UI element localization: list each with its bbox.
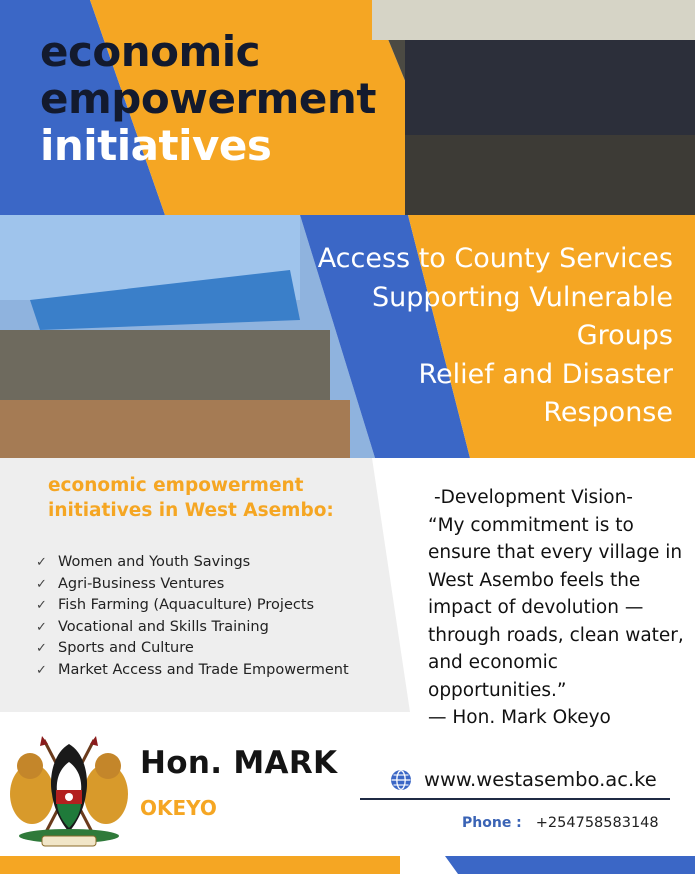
divider <box>360 798 670 800</box>
bg-bottom-blue <box>445 856 695 874</box>
group-photo-wall <box>372 0 695 40</box>
poster: economic empowerment initiatives Access … <box>0 0 695 874</box>
list-item-label: Women and Youth Savings <box>58 554 251 570</box>
vision-quote-text: “My commitment is to ensure that every v… <box>428 514 684 701</box>
list-item: ✓ Market Access and Trade Empowerment <box>36 660 376 682</box>
initiatives-title-line-2: initiatives in West Asembo: <box>48 499 334 521</box>
group-photo-people <box>405 40 695 135</box>
initiatives-title: economic empowerment initiatives in West… <box>48 474 368 524</box>
headline: economic empowerment initiatives <box>40 28 400 169</box>
list-item-label: Market Access and Trade Empowerment <box>58 661 349 678</box>
list-item-label: Agri-Business Ventures <box>58 575 225 592</box>
bg-bottom-orange <box>0 856 400 874</box>
list-item: ✓ Women and Youth Savings <box>36 552 376 574</box>
vision-quote-attribution: — Hon. Mark Okeyo <box>428 707 611 728</box>
check-icon: ✓ <box>36 619 47 635</box>
list-item: ✓ Fish Farming (Aquaculture) Projects <box>36 595 376 617</box>
website-link[interactable]: www.westasembo.ac.ke <box>424 768 657 791</box>
check-icon: ✓ <box>36 555 47 570</box>
service-line: Supporting Vulnerable <box>372 281 673 313</box>
candidate-name: Hon. MARK <box>140 745 338 781</box>
candidate-surname: OKEYO <box>140 796 217 820</box>
list-item-label: Vocational and Skills Training <box>58 618 269 635</box>
initiatives-checklist: ✓ Women and Youth Savings ✓ Agri-Business … <box>36 552 376 681</box>
vision-heading: -Development Vision- <box>434 487 633 508</box>
vision-quote: -Development Vision- “My commitment is t… <box>428 484 693 732</box>
service-line: Access to County Services <box>317 243 673 274</box>
group-photo-front-row <box>405 135 695 215</box>
globe-icon <box>391 769 411 790</box>
service-line: Response <box>543 397 673 429</box>
check-icon: ✓ <box>36 662 47 678</box>
check-icon: ✓ <box>36 641 47 656</box>
phone-row: Phone : +254758583148 <box>462 815 659 831</box>
headline-line-1: economic <box>40 27 261 76</box>
list-item: ✓ Sports and Culture <box>36 638 376 660</box>
check-icon: ✓ <box>36 576 47 592</box>
service-line: Relief and Disaster <box>418 358 673 390</box>
website-row: www.westasembo.ac.ke <box>390 768 657 791</box>
headline-line-2: empowerment <box>40 74 376 124</box>
coat-of-arms-icon <box>10 736 128 847</box>
phone-label: Phone : <box>462 815 522 831</box>
list-item: ✓ Agri-Business Ventures <box>36 574 376 596</box>
check-icon: ✓ <box>36 598 47 613</box>
services-list: Access to County Services Supporting Vul… <box>253 240 673 433</box>
list-item: ✓ Vocational and Skills Training <box>36 617 376 639</box>
headline-line-3: initiatives <box>40 121 272 171</box>
list-item-label: Fish Farming (Aquaculture) Projects <box>58 597 315 613</box>
initiatives-title-line-1: economic empowerment <box>48 475 304 496</box>
list-item-label: Sports and Culture <box>58 640 194 656</box>
phone-number[interactable]: +254758583148 <box>536 815 659 831</box>
service-line: Groups <box>576 320 673 352</box>
